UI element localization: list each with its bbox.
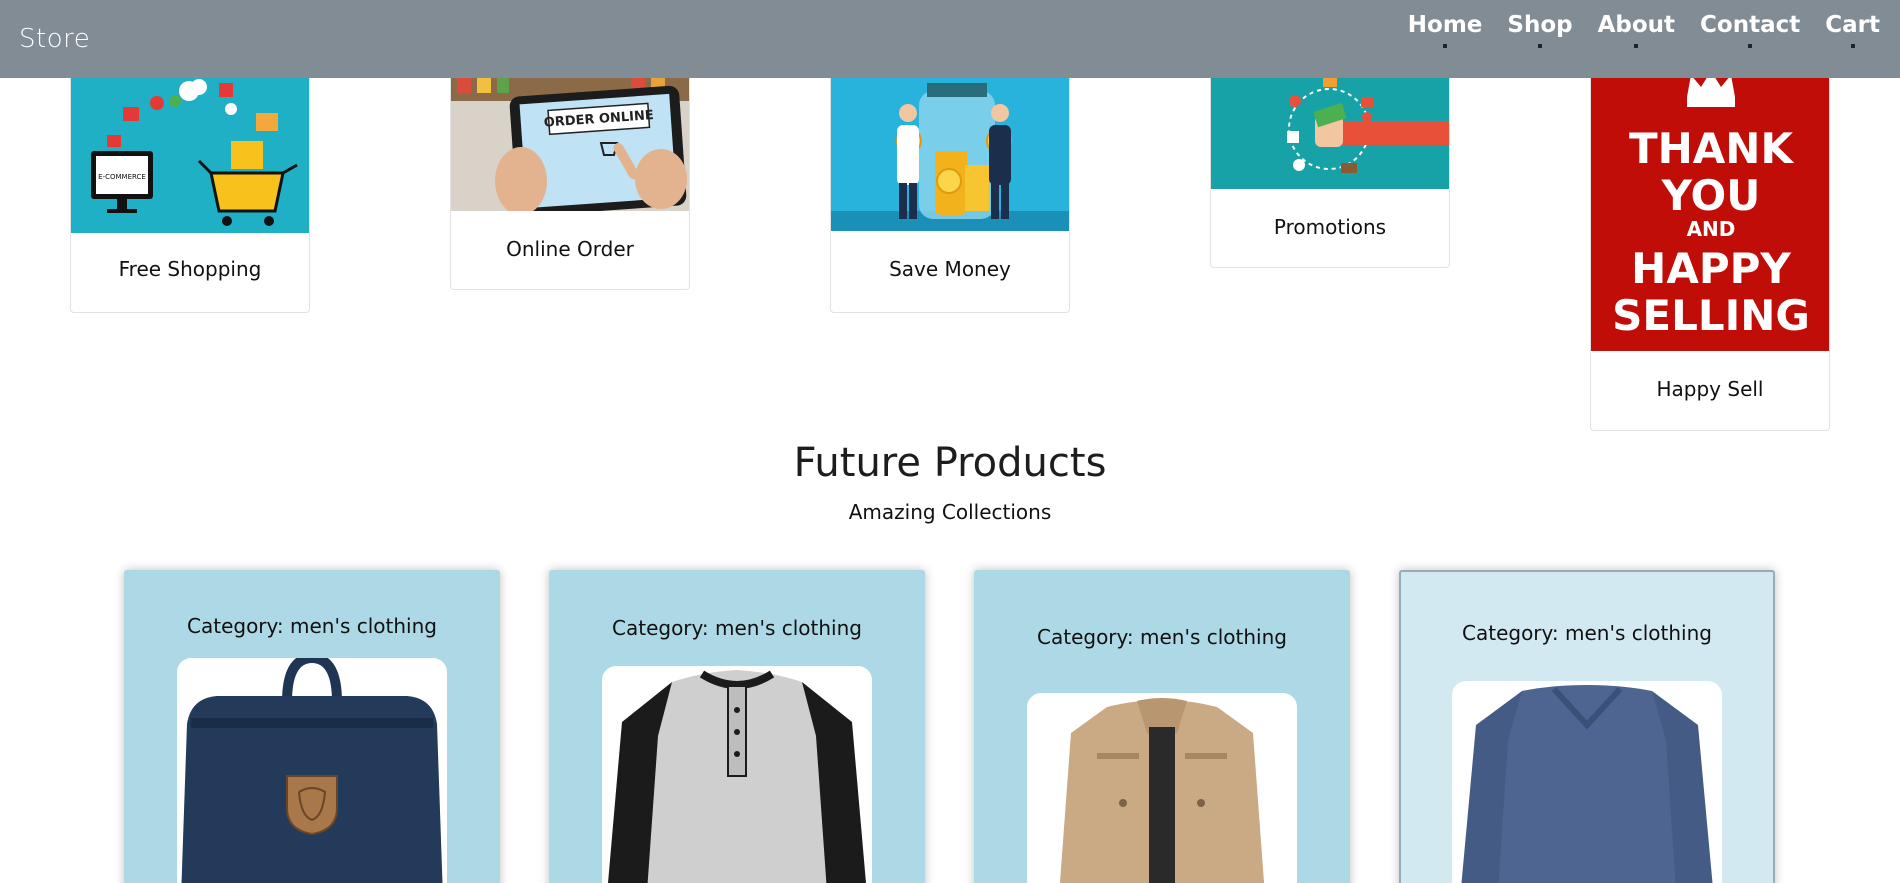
blue-long-sleeve-tee-photo xyxy=(1452,681,1722,883)
feature-caption: Online Order xyxy=(506,237,634,261)
nav-contact[interactable]: Contact xyxy=(1700,12,1800,48)
nav-home[interactable]: Home xyxy=(1407,12,1483,48)
nav-about[interactable]: About xyxy=(1598,12,1675,48)
nav-contact-label: Contact xyxy=(1700,12,1801,38)
nav-dot xyxy=(1634,44,1639,48)
nav-dot xyxy=(1748,44,1753,48)
nav-cart-label: Cart xyxy=(1825,12,1880,38)
thank-you-poster: THANK YOU AND HAPPY SELLING xyxy=(1591,61,1829,351)
nav-links: Home Shop About Contact Cart xyxy=(1408,12,1880,48)
feature-caption: Save Money xyxy=(889,257,1011,281)
tablet-order-online-photo: ORDER ONLINE xyxy=(451,61,689,211)
coin-jar-illustration xyxy=(831,61,1069,231)
section-subtitle: Amazing Collections xyxy=(848,500,1052,524)
khaki-jacket-photo xyxy=(1027,693,1297,883)
feature-caption: Free Shopping xyxy=(118,257,262,281)
svg-text:E-COMMERCE: E-COMMERCE xyxy=(98,173,146,181)
promotion-hand-illustration xyxy=(1211,61,1449,189)
feature-card-happy-sell[interactable]: THANK YOU AND HAPPY SELLING Happy Sell xyxy=(1590,60,1830,431)
raglan-henley-shirt-photo xyxy=(602,666,872,883)
poster-line: SELLING xyxy=(1612,291,1810,340)
feature-card-save-money[interactable]: Save Money xyxy=(830,60,1070,313)
feature-card-online-order[interactable]: ORDER ONLINE Online Order xyxy=(450,60,690,290)
poster-line: THANK xyxy=(1629,124,1794,173)
product-card[interactable]: Category: men's clothing xyxy=(974,570,1350,883)
feature-caption: Happy Sell xyxy=(1656,377,1764,401)
poster-line: HAPPY xyxy=(1631,244,1791,293)
poster-line: YOU xyxy=(1661,171,1761,220)
nav-shop[interactable]: Shop xyxy=(1507,12,1573,48)
poster-line: AND xyxy=(1687,217,1736,241)
product-card[interactable]: Category: men's clothing xyxy=(1399,570,1775,883)
nav-home-label: Home xyxy=(1407,12,1483,38)
navy-backpack-photo xyxy=(177,658,447,883)
nav-cart[interactable]: Cart xyxy=(1825,12,1880,48)
nav-shop-label: Shop xyxy=(1507,12,1573,38)
ecommerce-illustration: E-COMMERCE xyxy=(71,61,309,233)
product-card[interactable]: Category: men's clothing xyxy=(549,570,925,883)
feature-card-promotions[interactable]: Promotions xyxy=(1210,60,1450,268)
section-title: Future Products xyxy=(793,440,1107,486)
feature-card-free-shopping[interactable]: E-COMMERCE Free Shopping xyxy=(70,60,310,313)
product-category: Category: men's clothing xyxy=(187,614,437,638)
product-category: Category: men's clothing xyxy=(1462,621,1712,645)
nav-dot xyxy=(1443,44,1448,48)
feature-caption: Promotions xyxy=(1273,215,1387,239)
nav-about-label: About xyxy=(1597,12,1676,38)
product-category: Category: men's clothing xyxy=(1037,625,1287,649)
navbar: Store Home Shop About Contact Cart xyxy=(0,0,1900,78)
nav-dot xyxy=(1850,44,1855,48)
brand-logo[interactable]: Store xyxy=(19,24,90,54)
product-category: Category: men's clothing xyxy=(612,616,862,640)
nav-dot xyxy=(1538,44,1542,48)
product-card[interactable]: Category: men's clothing xyxy=(124,570,500,883)
